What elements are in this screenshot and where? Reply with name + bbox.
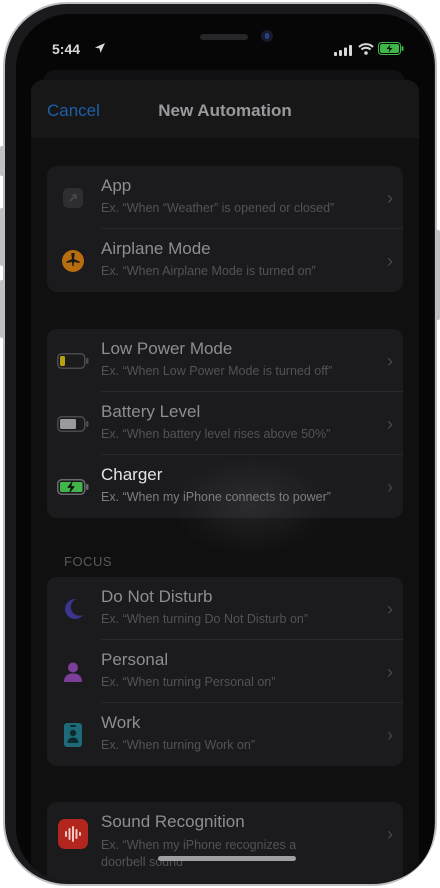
trigger-title: Low Power Mode xyxy=(101,339,233,358)
trigger-example: Ex. “When Airplane Mode is turned on” xyxy=(101,264,316,278)
chevron-right-icon: › xyxy=(387,251,393,271)
charging-battery-icon xyxy=(57,473,89,501)
trigger-title: Battery Level xyxy=(101,402,201,421)
charging-battery-icon xyxy=(378,42,404,60)
general-triggers-group: App Ex. “When “Weather” is opened or clo… xyxy=(47,166,403,292)
sound-waveform-icon xyxy=(57,819,89,849)
location-arrow-icon xyxy=(94,41,106,59)
focus-triggers-group: Do Not Disturb Ex. “When turning Do Not … xyxy=(47,577,403,766)
chevron-right-icon: › xyxy=(387,824,393,844)
trigger-example: Ex. “When “Weather” is opened or closed” xyxy=(101,201,335,215)
earpiece-speaker xyxy=(200,34,248,40)
section-header-focus: FOCUS xyxy=(64,554,112,569)
badge-icon xyxy=(57,721,89,749)
phone-frame: 5:44 Cancel New Automation App Ex. “When… xyxy=(0,2,440,886)
volume-down-button xyxy=(0,280,4,338)
new-automation-sheet: Cancel New Automation App Ex. “When “Wea… xyxy=(31,80,419,882)
trigger-row-do-not-disturb[interactable]: Do Not Disturb Ex. “When turning Do Not … xyxy=(47,577,403,640)
trigger-row-work[interactable]: Work Ex. “When turning Work on” › xyxy=(47,703,403,766)
chevron-right-icon: › xyxy=(387,351,393,371)
trigger-title: Sound Recognition xyxy=(101,812,245,831)
side-button xyxy=(436,230,440,320)
trigger-row-charger[interactable]: Charger Ex. “When my iPhone connects to … xyxy=(47,455,403,518)
trigger-example: Ex. “When battery level rises above 50%” xyxy=(101,427,331,441)
trigger-example: Ex. “When turning Personal on” xyxy=(101,675,276,689)
trigger-title: App xyxy=(101,176,132,195)
trigger-row-airplane-mode[interactable]: Airplane Mode Ex. “When Airplane Mode is… xyxy=(47,229,403,292)
trigger-row-sound-recognition[interactable]: Sound Recognition Ex. “When my iPhone re… xyxy=(47,802,403,874)
home-indicator[interactable] xyxy=(158,856,296,861)
trigger-row-low-power-mode[interactable]: Low Power Mode Ex. “When Low Power Mode … xyxy=(47,329,403,392)
trigger-title: Charger xyxy=(101,465,163,484)
wifi-icon xyxy=(358,42,374,60)
front-camera xyxy=(261,30,273,42)
moon-icon xyxy=(57,595,89,623)
chevron-right-icon: › xyxy=(387,414,393,434)
trigger-example: Ex. “When turning Do Not Disturb on” xyxy=(101,612,309,626)
status-bar: 5:44 xyxy=(16,14,434,78)
trigger-row-app[interactable]: App Ex. “When “Weather” is opened or clo… xyxy=(47,166,403,229)
action-button xyxy=(0,146,4,176)
person-icon xyxy=(57,658,89,686)
trigger-example: Ex. “When my iPhone connects to power” xyxy=(101,490,331,504)
trigger-example: Ex. “When turning Work on” xyxy=(101,738,255,752)
chevron-right-icon: › xyxy=(387,725,393,745)
trigger-title: Work xyxy=(101,713,141,732)
trigger-row-personal[interactable]: Personal Ex. “When turning Personal on” … xyxy=(47,640,403,703)
chevron-right-icon: › xyxy=(387,188,393,208)
chevron-right-icon: › xyxy=(387,599,393,619)
navigation-bar: Cancel New Automation xyxy=(31,80,419,138)
sound-triggers-group: Sound Recognition Ex. “When my iPhone re… xyxy=(47,802,403,882)
status-time: 5:44 xyxy=(52,41,81,57)
trigger-example: Ex. “When my iPhone recognizes a doorbel… xyxy=(101,838,297,869)
trigger-example: Ex. “When Low Power Mode is turned off” xyxy=(101,364,333,378)
cellular-signal-icon xyxy=(334,43,352,61)
chevron-right-icon: › xyxy=(387,477,393,497)
app-arrow-icon xyxy=(57,184,89,212)
volume-up-button xyxy=(0,208,4,266)
trigger-title: Personal xyxy=(101,650,169,669)
trigger-row-battery-level[interactable]: Battery Level Ex. “When battery level ri… xyxy=(47,392,403,455)
power-triggers-group: Low Power Mode Ex. “When Low Power Mode … xyxy=(47,329,403,518)
chevron-right-icon: › xyxy=(387,662,393,682)
battery-icon xyxy=(57,410,89,438)
low-battery-icon xyxy=(57,347,89,375)
screen: 5:44 Cancel New Automation App Ex. “When… xyxy=(16,14,434,882)
trigger-title: Do Not Disturb xyxy=(101,587,213,606)
trigger-title: Airplane Mode xyxy=(101,239,211,258)
airplane-icon xyxy=(57,247,89,275)
page-title: New Automation xyxy=(158,101,292,120)
